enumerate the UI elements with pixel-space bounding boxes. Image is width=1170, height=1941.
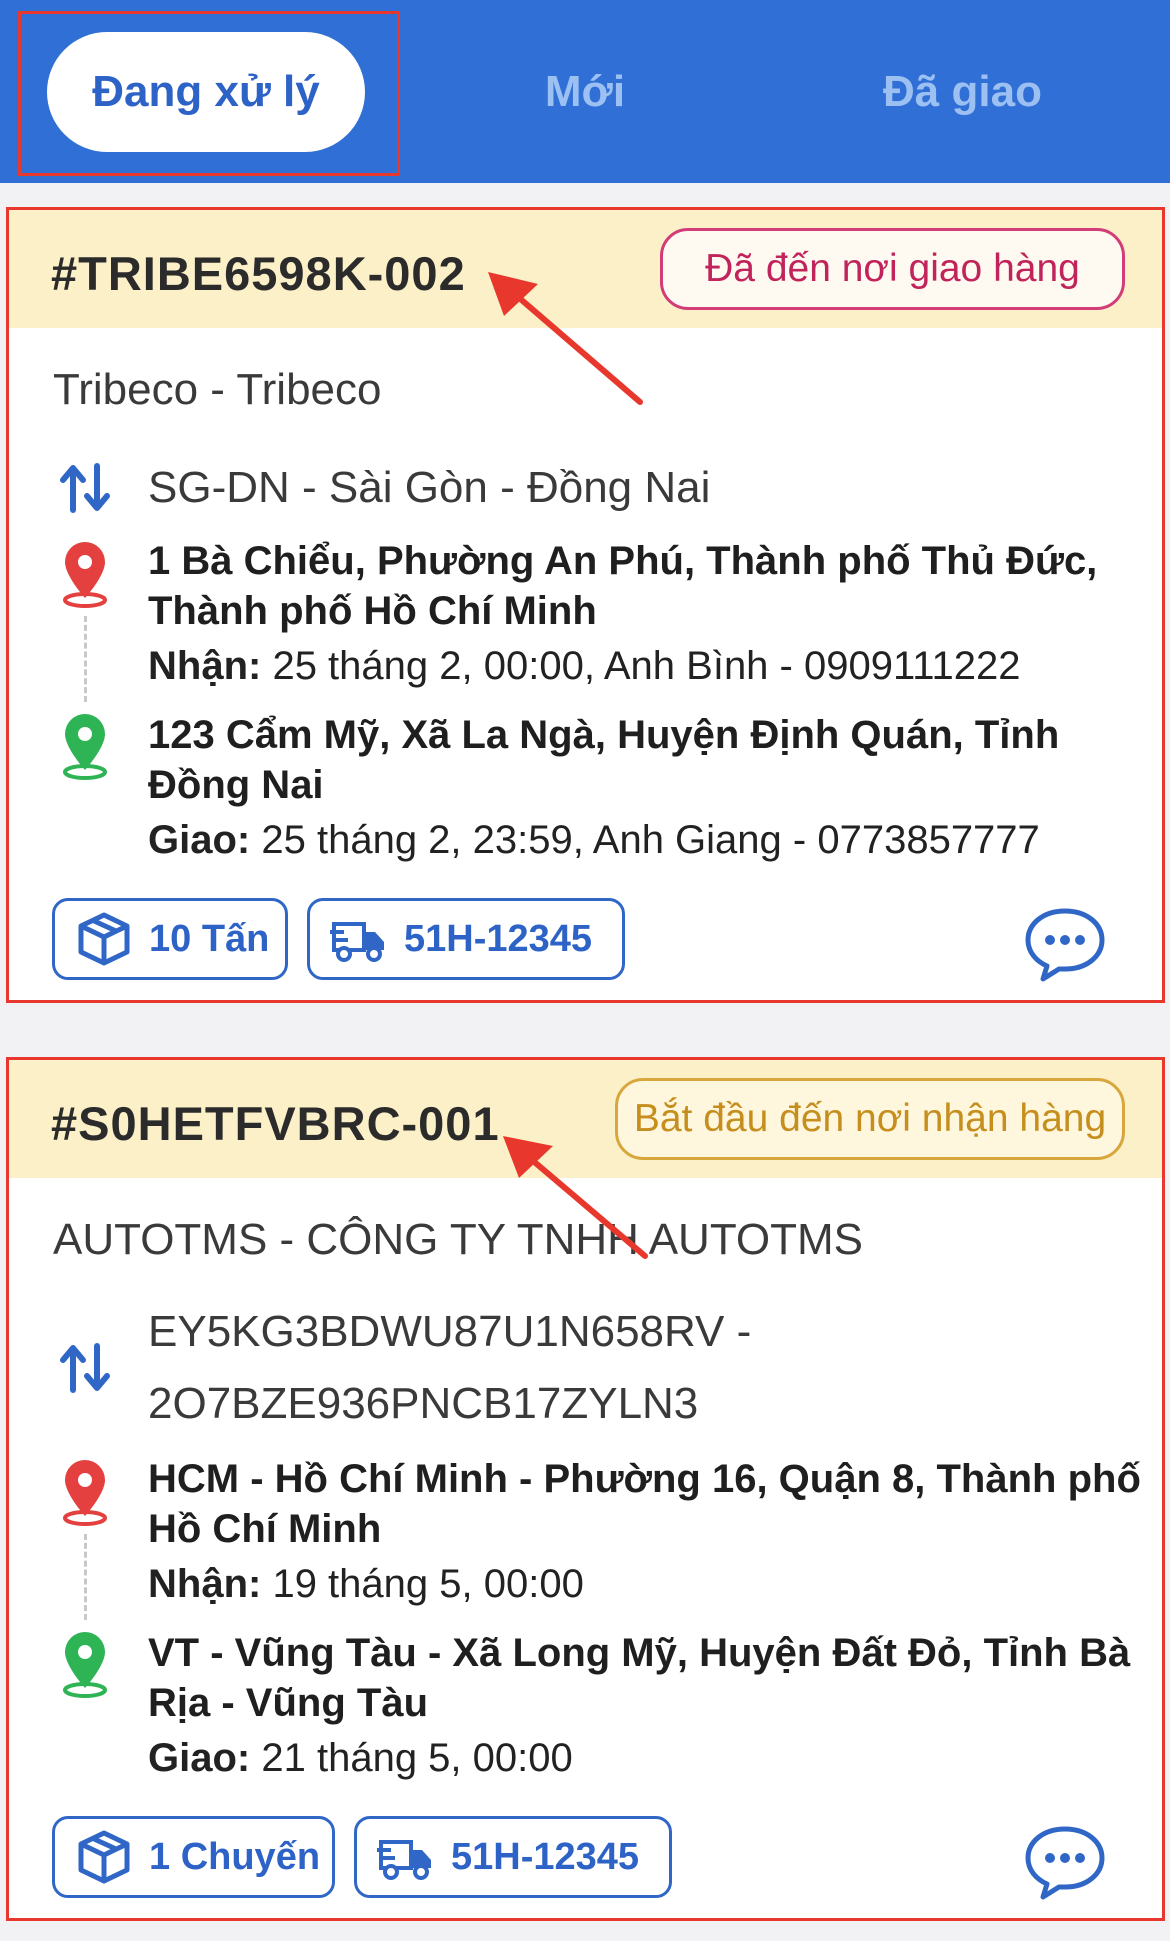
chat-bubble-icon[interactable] [1023, 905, 1107, 983]
order-card-header: #S0HETFVBRC-001 Bắt đầu đến nơi nhận hàn… [9, 1060, 1162, 1178]
route-swap-icon [60, 463, 110, 513]
pickup-detail-line: Nhận: 19 tháng 5, 00:00 [148, 1559, 584, 1609]
route-connector [84, 616, 87, 702]
plate-label: 51H-12345 [451, 1835, 640, 1878]
order-card[interactable]: #TRIBE6598K-002 Đã đến nơi giao hàng Tri… [6, 207, 1165, 1003]
route-line: EY5KG3BDWU87U1N658RV - [148, 1307, 752, 1356]
delivery-address: 123 Cẩm Mỹ, Xã La Ngà, Huyện Định Quán, … [148, 713, 1060, 807]
delivery-detail: 21 tháng 5, 00:00 [261, 1736, 573, 1780]
tab-delivered[interactable]: Đã giao [830, 32, 1095, 152]
route-name: SG-DN - Sài Gòn - Đồng Nai [148, 463, 711, 512]
order-card-header: #TRIBE6598K-002 Đã đến nơi giao hàng [9, 210, 1162, 328]
delivery-detail-line: Giao: 21 tháng 5, 00:00 [148, 1733, 573, 1783]
customer-name: AUTOTMS - CÔNG TY TNHH AUTOTMS [53, 1215, 864, 1264]
delivery-detail-line: Giao: 25 tháng 2, 23:59, Anh Giang - 077… [148, 815, 1040, 865]
truck-icon [330, 922, 384, 962]
delivery-address: VT - Vũng Tàu - Xã Long Mỹ, Huyện Đất Đỏ… [148, 1631, 1131, 1725]
truck-icon [377, 1840, 431, 1880]
route-line: 2O7BZE936PNCB17ZYLN3 [148, 1379, 699, 1428]
pickup-pin-icon [63, 1460, 107, 1526]
pickup-detail: 25 tháng 2, 00:00, Anh Bình - 0909111222 [272, 644, 1021, 688]
route-swap-icon [60, 1343, 110, 1393]
load-chip[interactable]: 10 Tấn [52, 898, 288, 980]
pickup-label: Nhận: [148, 1562, 262, 1606]
order-code: #S0HETFVBRC-001 [51, 1097, 500, 1150]
order-card[interactable]: #S0HETFVBRC-001 Bắt đầu đến nơi nhận hàn… [6, 1057, 1165, 1921]
package-box-icon [78, 912, 130, 966]
route-name: EY5KG3BDWU87U1N658RV - 2O7BZE936PNCB17ZY… [148, 1296, 751, 1440]
status-badge: Bắt đầu đến nơi nhận hàng [615, 1078, 1125, 1160]
delivery-label: Giao: [148, 818, 251, 862]
delivery-pin-icon [63, 714, 107, 780]
delivery-label: Giao: [148, 1736, 251, 1780]
load-label: 10 Tấn [149, 917, 270, 960]
customer-name: Tribeco - Tribeco [53, 365, 382, 414]
chat-bubble-icon[interactable] [1023, 1823, 1107, 1901]
status-badge: Đã đến nơi giao hàng [660, 228, 1125, 310]
pickup-detail: 19 tháng 5, 00:00 [272, 1562, 584, 1606]
plate-label: 51H-12345 [404, 917, 593, 960]
delivery-pin-icon [63, 1632, 107, 1698]
package-box-icon [78, 1830, 130, 1884]
delivery-detail: 25 tháng 2, 23:59, Anh Giang - 077385777… [261, 818, 1040, 862]
pickup-pin-icon [63, 542, 107, 608]
pickup-detail-line: Nhận: 25 tháng 2, 00:00, Anh Bình - 0909… [148, 641, 1021, 691]
route-connector [84, 1534, 87, 1620]
tab-new[interactable]: Mới [470, 32, 700, 152]
load-label: 1 Chuyến [149, 1835, 321, 1878]
vehicle-chip[interactable]: 51H-12345 [307, 898, 625, 980]
pickup-address: HCM - Hồ Chí Minh - Phường 16, Quận 8, T… [148, 1457, 1141, 1551]
load-chip[interactable]: 1 Chuyến [52, 1816, 335, 1898]
pickup-address: 1 Bà Chiểu, Phường An Phú, Thành phố Thủ… [148, 539, 1098, 633]
order-code: #TRIBE6598K-002 [51, 247, 466, 300]
vehicle-chip[interactable]: 51H-12345 [354, 1816, 672, 1898]
pickup-label: Nhận: [148, 644, 262, 688]
annotation-highlight-box [18, 11, 400, 176]
status-tab-bar: Đang xử lý Mới Đã giao [0, 0, 1170, 183]
